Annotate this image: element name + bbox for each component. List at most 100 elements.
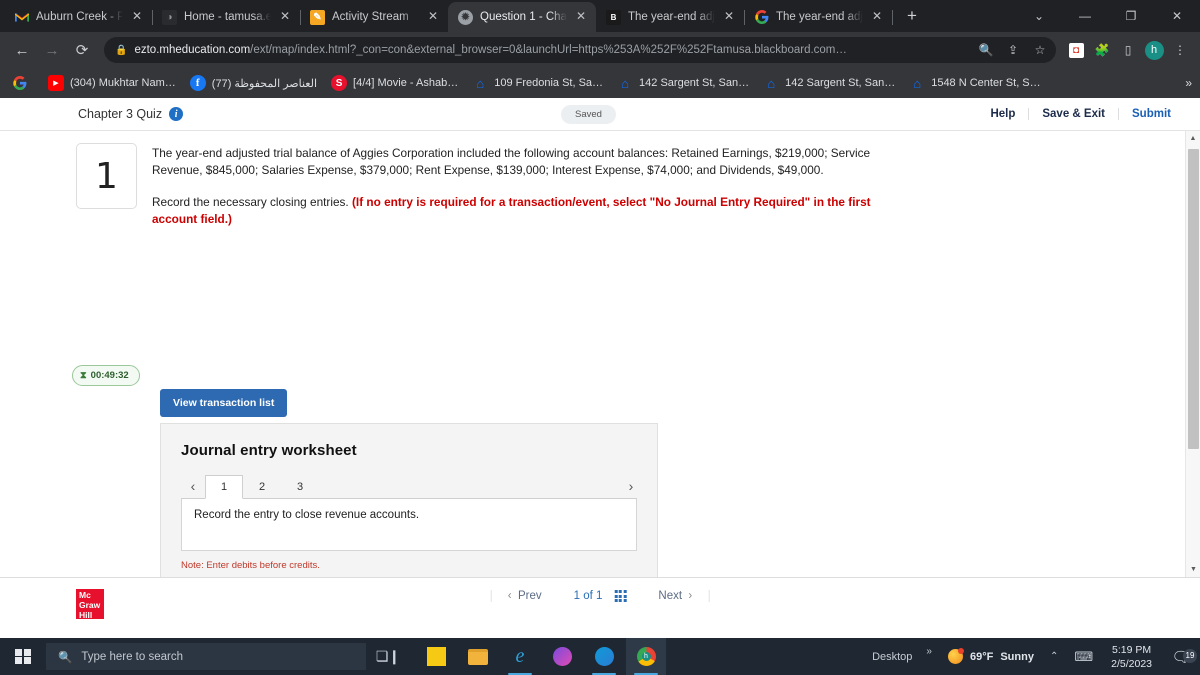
question-body: The year-end adjusted trial balance of A…	[152, 145, 872, 227]
bookmark-5[interactable]: ⌂ 142 Sargent St, San…	[611, 72, 755, 94]
search-icon[interactable]: 🔍	[976, 40, 996, 60]
zillow-icon: ⌂	[476, 75, 485, 91]
start-button[interactable]	[0, 648, 46, 665]
scroll-down-icon[interactable]: ▼	[1186, 562, 1200, 577]
worksheet-tab-3[interactable]: 3	[281, 476, 319, 498]
keyboard-icon[interactable]: ⌨	[1066, 649, 1101, 665]
vertical-scrollbar[interactable]: ▲ ▼	[1185, 131, 1200, 577]
close-icon[interactable]: ✕	[278, 10, 292, 24]
close-icon[interactable]: ✕	[130, 10, 144, 24]
scroll-up-icon[interactable]: ▲	[1186, 131, 1200, 146]
bookmark-label: 109 Fredonia St, Sa…	[494, 77, 604, 89]
bookmark-7[interactable]: ⌂ 1548 N Center St, S…	[903, 72, 1046, 94]
desktop-label[interactable]: Desktop	[872, 651, 918, 663]
adblock-icon[interactable]: ◘	[1064, 38, 1088, 62]
browser-tab-5[interactable]: The year-end adjus ✕	[744, 2, 893, 32]
quiz-header: Chapter 3 Quiz i Saved Help Save & Exit …	[0, 98, 1200, 131]
page-title: Chapter 3 Quiz	[78, 107, 163, 121]
worksheet-note: Note: Enter debits before credits.	[181, 560, 320, 571]
bookmark-2[interactable]: f العناصر المحفوظة (77)	[184, 72, 323, 94]
search-input[interactable]: 🔍 Type here to search	[46, 643, 366, 670]
pagination: ‹ Prev 1 of 1 Next ›	[490, 590, 710, 602]
instruction-plain: Record the necessary closing entries.	[152, 195, 352, 209]
extensions-puzzle-icon[interactable]: 🧩	[1090, 38, 1114, 62]
weather-condition: Sunny	[1000, 650, 1034, 663]
edge-icon[interactable]	[584, 638, 624, 675]
weather-widget[interactable]: 69°F Sunny	[940, 648, 1042, 664]
close-icon[interactable]: ✕	[574, 10, 588, 24]
chrome-icon[interactable]: h	[626, 638, 666, 675]
next-label: Next	[658, 590, 683, 602]
worksheet-tab-1[interactable]: 1	[205, 475, 243, 499]
browser-tab-0[interactable]: Auburn Creek - Pay ✕	[4, 2, 153, 32]
bookmark-label: 1548 N Center St, S…	[931, 77, 1041, 89]
bookmark-label: [4/4] Movie - Ashab…	[353, 77, 459, 89]
info-icon[interactable]: i	[169, 107, 184, 121]
next-page-button[interactable]: Next ›	[642, 590, 708, 602]
task-view-icon: ❏❙	[375, 648, 401, 664]
save-exit-button[interactable]: Save & Exit	[1028, 108, 1120, 120]
tab-separator	[892, 10, 893, 25]
edge-legacy-icon[interactable]	[542, 638, 582, 675]
submit-button[interactable]: Submit	[1119, 108, 1184, 120]
tab-title: Question 1 - Chapt	[480, 11, 567, 23]
question-instruction: Record the necessary closing entries. (I…	[152, 194, 872, 227]
quiz-timer: ⧗ 00:49:32	[72, 365, 140, 386]
windows-logo-icon	[15, 648, 31, 665]
bookmark-0[interactable]	[6, 72, 40, 94]
bookmarks-overflow-icon[interactable]: »	[1185, 76, 1192, 90]
share-icon[interactable]: ⇪	[1003, 40, 1023, 60]
worksheet-tab-2[interactable]: 2	[243, 476, 281, 498]
browser-tab-4[interactable]: B The year-end adjus ✕	[596, 2, 745, 32]
minimize-icon[interactable]: —	[1062, 0, 1108, 32]
clock[interactable]: 5:19 PM 2/5/2023	[1101, 643, 1162, 671]
close-window-icon[interactable]: ✕	[1154, 0, 1200, 32]
view-transaction-list-button[interactable]: View transaction list	[160, 389, 288, 417]
forward-icon[interactable]: →	[38, 36, 66, 64]
bookmark-1[interactable]: ▶ (304) Mukhtar Nam…	[42, 72, 182, 94]
bookmark-4[interactable]: ⌂ 109 Fredonia St, Sa…	[466, 72, 609, 94]
task-view-button[interactable]: ❏❙	[366, 648, 410, 665]
back-icon[interactable]: ←	[8, 36, 36, 64]
sidepanel-icon[interactable]: ▯	[1116, 38, 1140, 62]
tab-title: Auburn Creek - Pay	[36, 11, 123, 23]
scrollbar-thumb[interactable]	[1188, 149, 1199, 449]
bookmark-3[interactable]: S [4/4] Movie - Ashab…	[325, 72, 464, 94]
file-explorer-icon[interactable]	[458, 638, 498, 675]
browser-tab-2[interactable]: ✎ Activity Stream ✕	[300, 2, 449, 32]
close-icon[interactable]: ✕	[722, 10, 736, 24]
sticky-notes-icon[interactable]	[416, 638, 456, 675]
question-number: 1	[76, 143, 137, 209]
new-tab-button[interactable]: +	[898, 3, 926, 31]
restore-icon[interactable]: ❐	[1108, 0, 1154, 32]
browser-tab-3[interactable]: ✹ Question 1 - Chapt ✕	[448, 2, 596, 32]
bookmark-star-icon[interactable]: ☆	[1030, 40, 1050, 60]
close-icon[interactable]: ✕	[426, 10, 440, 24]
chevron-down-icon[interactable]: ⌄	[1016, 0, 1062, 32]
worksheet-prev-icon[interactable]: ‹	[181, 478, 205, 498]
reload-icon[interactable]: ⟳	[68, 36, 96, 64]
internet-explorer-icon[interactable]: e	[500, 638, 540, 675]
profile-initial: h	[1144, 40, 1164, 60]
help-button[interactable]: Help	[977, 108, 1028, 120]
question-scroll-area: 1 ⧗ 00:49:32 The year-end adjusted trial…	[0, 131, 1200, 577]
kebab-menu-icon[interactable]: ⋮	[1168, 38, 1192, 62]
desktop-overflow-icon[interactable]: »	[918, 646, 940, 657]
close-icon[interactable]: ✕	[870, 10, 884, 24]
avatar[interactable]: h	[1142, 38, 1166, 62]
address-bar[interactable]: 🔒 ezto.mheducation.com/ext/map/index.htm…	[104, 37, 1056, 63]
notifications-button[interactable]: 🗨 19	[1162, 648, 1200, 666]
question-grid-icon[interactable]	[614, 590, 627, 602]
worksheet-next-icon[interactable]: ›	[619, 478, 643, 498]
taskbar-apps: e h	[416, 638, 666, 675]
prev-page-button[interactable]: ‹ Prev	[492, 590, 558, 602]
tray-expand-icon[interactable]: ⌃	[1042, 651, 1066, 662]
browser-tab-1[interactable]: ◑ Home - tamusa.edu ✕	[152, 2, 301, 32]
navigation-bar: ← → ⟳ 🔒 ezto.mheducation.com/ext/map/ind…	[0, 32, 1200, 68]
tab-title: Home - tamusa.edu	[184, 11, 271, 23]
browser-chrome: Auburn Creek - Pay ✕ ◑ Home - tamusa.edu…	[0, 0, 1200, 98]
google-icon	[12, 75, 28, 91]
bookmark-label: (304) Mukhtar Nam…	[70, 77, 176, 89]
weather-temp: 69°F	[969, 650, 994, 663]
bookmark-6[interactable]: ⌂ 142 Sargent St, San…	[757, 72, 901, 94]
